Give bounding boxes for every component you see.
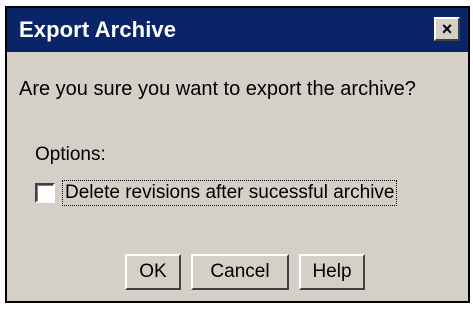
close-icon: × — [441, 19, 453, 39]
options-label: Options: — [35, 144, 106, 165]
export-archive-dialog: Export Archive × Are you sure you want t… — [5, 6, 470, 303]
title-bar[interactable]: Export Archive × — [7, 8, 468, 52]
help-button[interactable]: Help — [299, 254, 365, 290]
cancel-button[interactable]: Cancel — [191, 254, 289, 290]
delete-revisions-label[interactable]: Delete revisions after sucessful archive — [61, 180, 398, 206]
confirmation-message: Are you sure you want to export the arch… — [19, 78, 416, 100]
ok-button[interactable]: OK — [125, 254, 181, 290]
dialog-title: Export Archive — [19, 17, 177, 42]
delete-revisions-checkbox[interactable] — [35, 183, 55, 203]
close-button[interactable]: × — [434, 17, 460, 41]
delete-revisions-option[interactable]: Delete revisions after sucessful archive — [35, 180, 398, 206]
